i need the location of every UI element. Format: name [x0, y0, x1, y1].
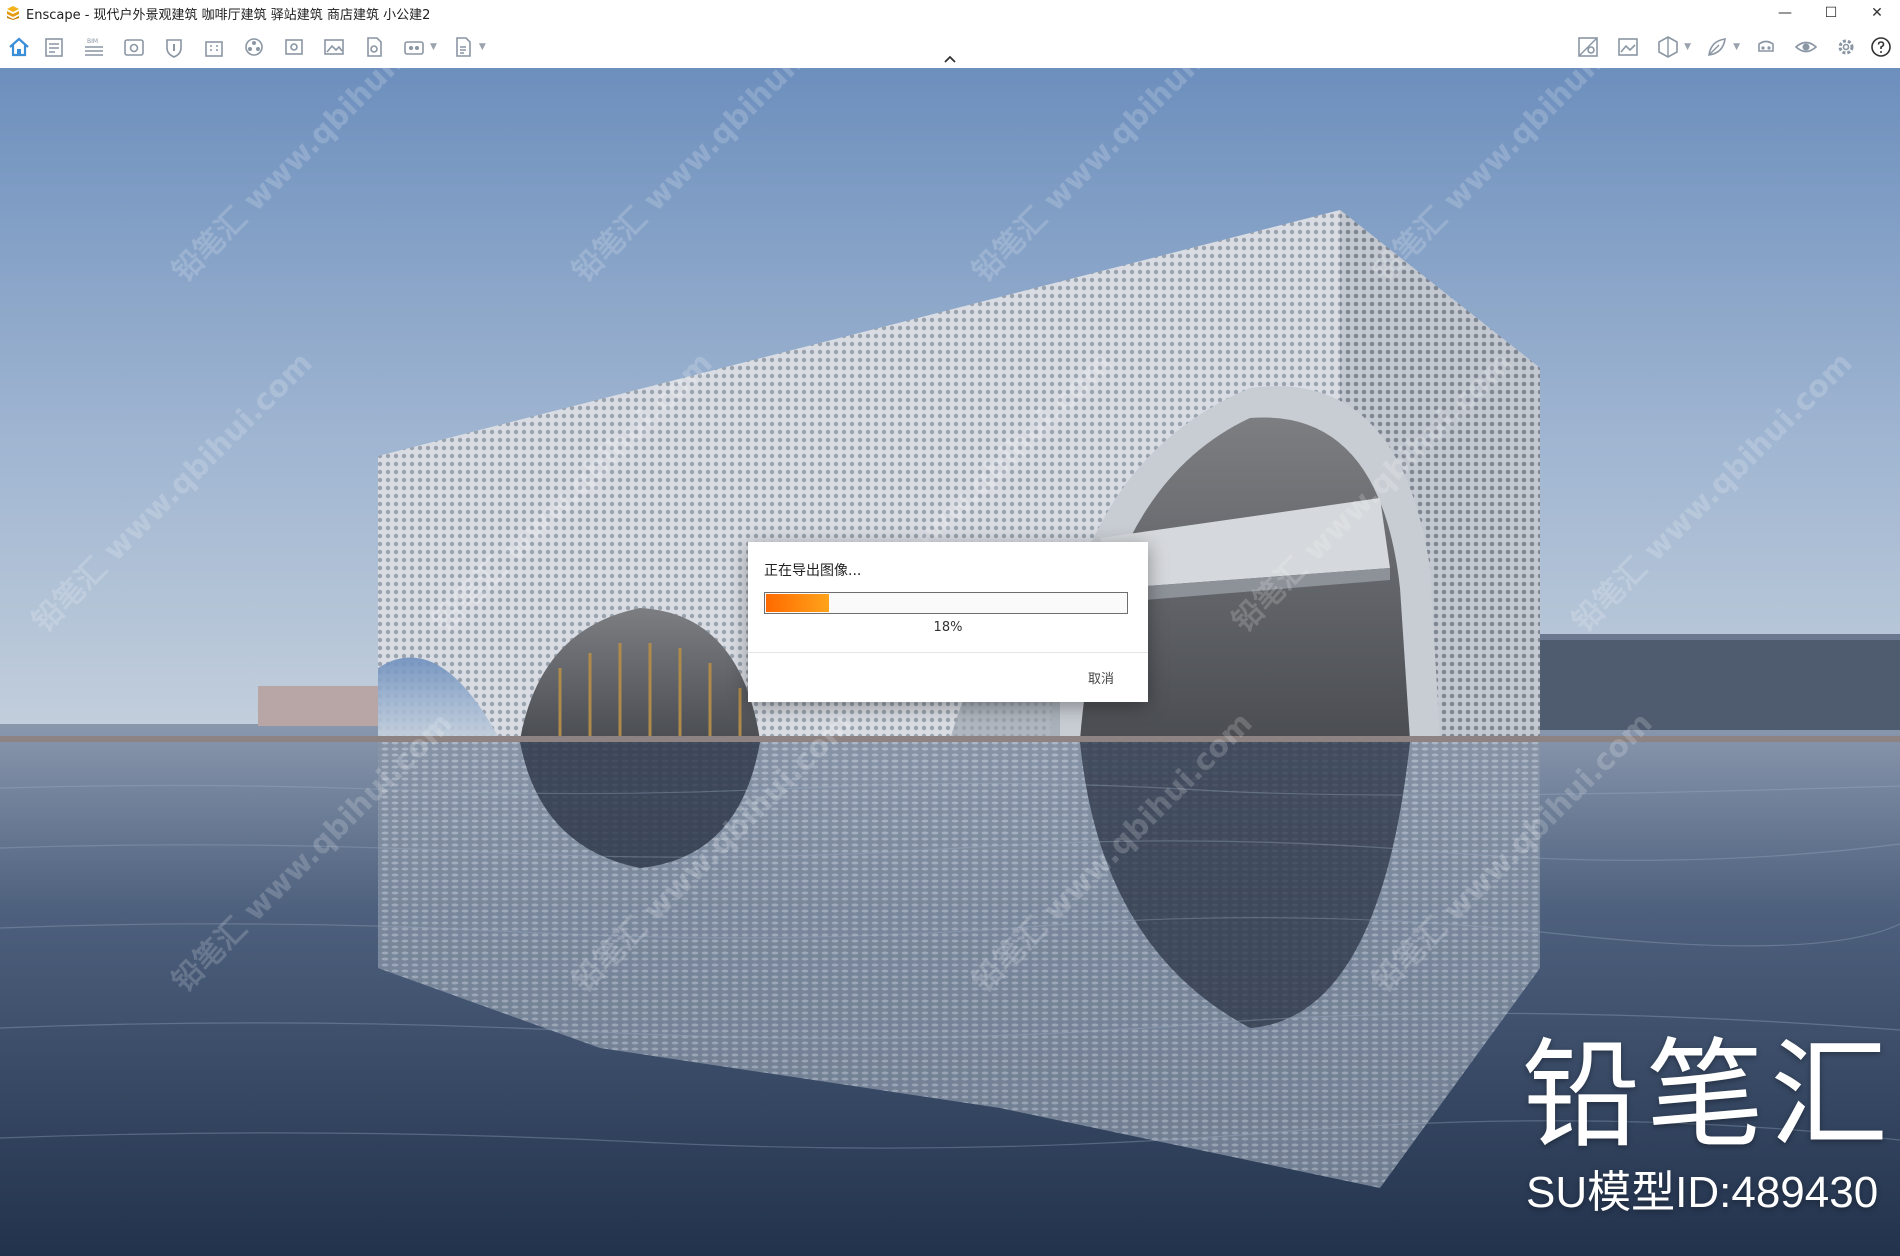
vr-headset-button[interactable] [1746, 32, 1786, 62]
export-button[interactable] [354, 32, 394, 62]
maximize-button[interactable]: ☐ [1808, 0, 1854, 26]
view-management-button[interactable] [114, 32, 154, 62]
image-icon [1618, 38, 1638, 56]
toolbar-right-group: ▼ ▼ [1568, 32, 1896, 62]
vr-headset-icon [1758, 40, 1774, 52]
material-editor-button[interactable] [1568, 32, 1608, 62]
panorama-button[interactable] [274, 32, 314, 62]
help-icon [1871, 37, 1891, 57]
window-title: Enscape - 现代户外景观建筑 咖啡厅建筑 驿站建筑 商店建筑 小公建2 [26, 7, 431, 23]
title-bar: Enscape - 现代户外景观建筑 咖啡厅建筑 驿站建筑 商店建筑 小公建2 … [0, 0, 1900, 26]
bim-label: BIM [87, 38, 98, 45]
settings-icon [1838, 39, 1854, 55]
screenshot-button[interactable] [314, 32, 354, 62]
bim-button[interactable]: BIM [74, 32, 114, 62]
enscape-logo-icon [7, 6, 19, 20]
visibility-button[interactable] [1786, 32, 1826, 62]
batch-render-icon [245, 38, 263, 56]
render-360-button[interactable] [394, 32, 434, 62]
window-controls: — ☐ ✕ [1762, 0, 1900, 26]
model-id-label: SU模型ID:489430 [1526, 1168, 1879, 1217]
image-button[interactable] [1608, 32, 1648, 62]
building-icon [205, 41, 223, 57]
asset-library-icon [1708, 38, 1727, 56]
dialog-title: 正在导出图像... [764, 563, 862, 579]
asset-library-button[interactable] [1697, 32, 1737, 62]
toolbar-left-group: BIM ▼ ▼ [4, 32, 492, 62]
notes-icon [45, 38, 63, 57]
home-icon [9, 37, 29, 57]
settings-button[interactable] [1826, 32, 1866, 62]
dialog-divider [748, 652, 1148, 653]
bim-icon: BIM [85, 38, 103, 56]
visual-settings-button[interactable] [154, 32, 194, 62]
section-icon [1658, 36, 1678, 58]
export-progress-dialog: 正在导出图像... 18% 取消 [748, 542, 1148, 702]
export-exe-icon [456, 37, 471, 57]
export-icon [367, 37, 382, 57]
screenshot-icon [324, 39, 344, 55]
batch-render-button[interactable] [234, 32, 274, 62]
panorama-icon [285, 39, 303, 55]
material-editor-icon [1578, 37, 1598, 57]
help-button[interactable] [1866, 32, 1896, 62]
minimize-button[interactable]: — [1762, 0, 1808, 26]
close-button[interactable]: ✕ [1854, 0, 1900, 26]
building-button[interactable] [194, 32, 234, 62]
progress-bar [764, 592, 1128, 614]
export-exe-button[interactable] [443, 32, 483, 62]
visibility-icon [1794, 41, 1818, 53]
render-360-icon [404, 41, 424, 55]
notes-button[interactable] [34, 32, 74, 62]
section-button[interactable] [1648, 32, 1688, 62]
cancel-button[interactable]: 取消 [1088, 668, 1114, 687]
progress-percent: 18% [933, 620, 963, 635]
chevron-up-icon [944, 55, 956, 63]
visual-settings-icon [166, 39, 182, 58]
collapse-toolbar-button[interactable] [940, 52, 960, 66]
progress-fill [766, 594, 830, 612]
home-button[interactable] [4, 32, 34, 62]
brand-watermark: 铅笔汇 [1522, 1026, 1895, 1164]
view-icon [124, 39, 144, 56]
